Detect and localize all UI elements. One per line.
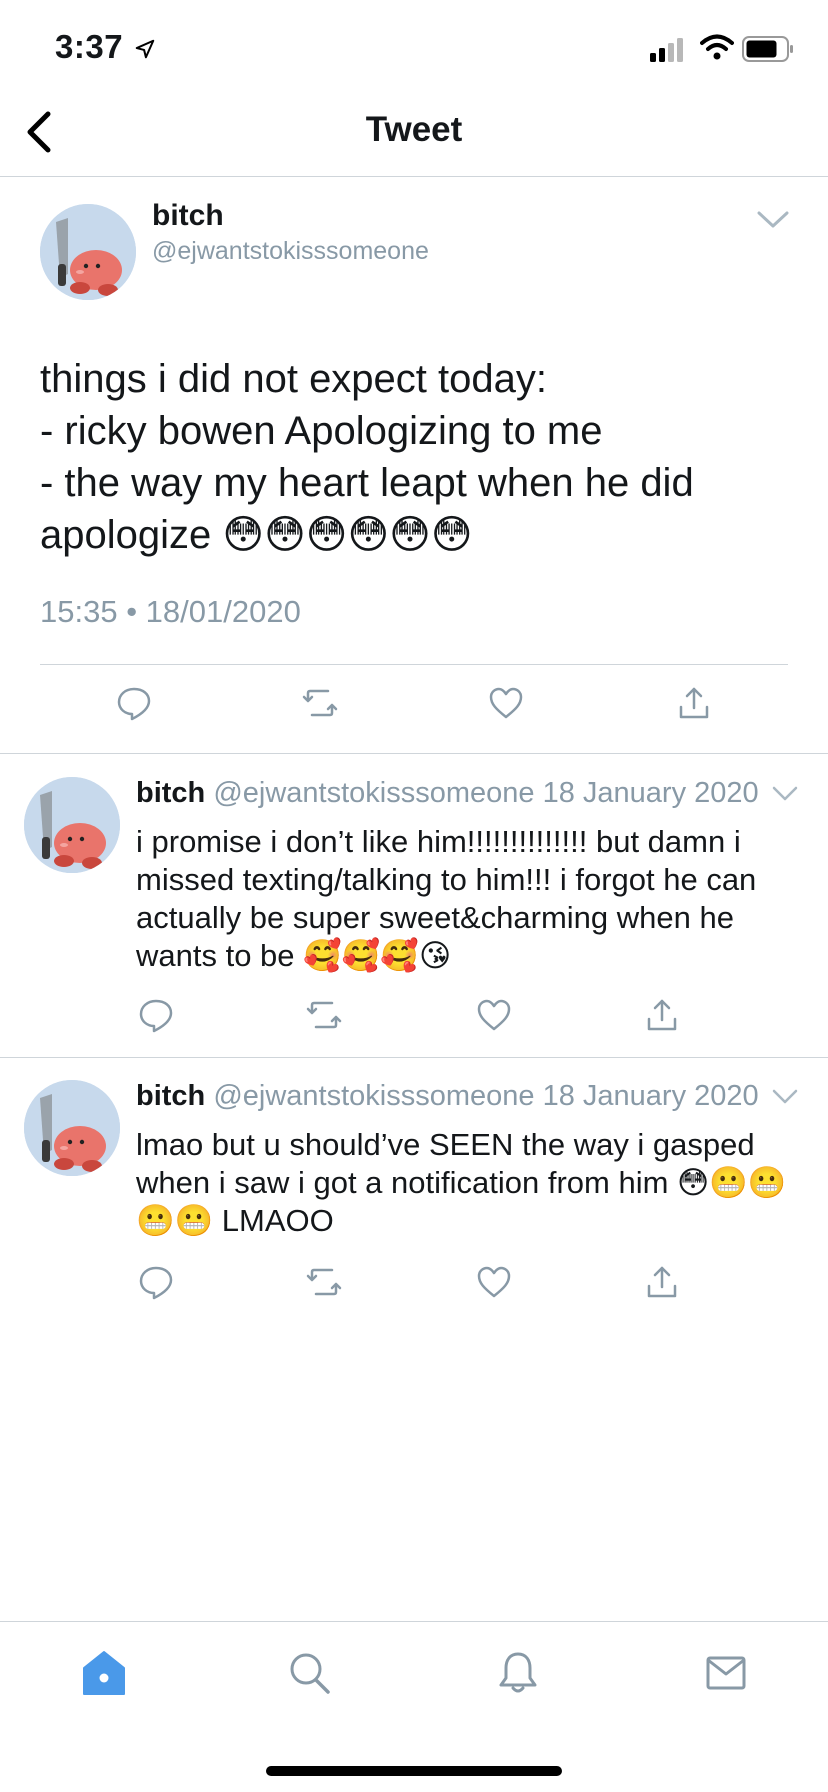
tweet-timestamp: 15:35 • 18/01/2020 [40, 594, 301, 629]
retweet-icon[interactable] [302, 685, 338, 721]
avatar[interactable] [24, 777, 120, 873]
tweet-text: lmao but u should’ve SEEN the way i gasp… [136, 1127, 787, 1238]
location-arrow-icon [135, 39, 155, 59]
handle[interactable]: @ejwantstokisssomeone [213, 777, 534, 809]
retweet-icon[interactable] [306, 997, 342, 1033]
tab-bar [0, 1621, 828, 1792]
status-bar: 3:37 [0, 0, 828, 100]
nav-bar: Tweet [0, 100, 828, 177]
share-icon[interactable] [644, 1264, 680, 1300]
kirby-knife-avatar-icon [24, 777, 120, 873]
status-time: 3:37 [55, 28, 124, 65]
display-name[interactable]: bitch [136, 1080, 205, 1112]
display-name[interactable]: bitch [152, 199, 224, 233]
tweet-date: 18 January 2020 [542, 1080, 759, 1112]
tweet-actions [0, 997, 828, 1033]
signal-icon [650, 38, 683, 62]
tweet-date: 18 January 2020 [542, 777, 759, 809]
handle[interactable]: @ejwantstokisssomeone [152, 237, 429, 266]
notifications-icon[interactable] [496, 1650, 540, 1696]
chevron-down-icon[interactable] [772, 1088, 798, 1106]
divider [40, 664, 788, 665]
kirby-knife-avatar-icon [24, 1080, 120, 1176]
tweet-actions [0, 1264, 828, 1300]
chevron-down-icon[interactable] [756, 209, 790, 231]
tweet-actions [0, 685, 828, 725]
like-icon[interactable] [476, 997, 512, 1033]
reply-header: bitch @ejwantstokisssomeone 18 January 2… [136, 777, 759, 810]
messages-icon[interactable] [704, 1650, 748, 1696]
retweet-icon[interactable] [306, 1264, 342, 1300]
kirby-knife-avatar-icon [40, 204, 136, 300]
home-indicator [266, 1766, 562, 1776]
reply-header: bitch @ejwantstokisssomeone 18 January 2… [136, 1080, 759, 1113]
share-icon[interactable] [676, 685, 712, 721]
avatar[interactable] [40, 204, 136, 300]
main-tweet: bitch @ejwantstokisssomeone things i did… [0, 177, 828, 754]
search-icon[interactable] [288, 1650, 332, 1696]
tweet-text: i promise i don’t like him!!!!!!!!!!!!!!… [136, 824, 757, 973]
handle[interactable]: @ejwantstokisssomeone [213, 1080, 534, 1112]
like-icon[interactable] [476, 1264, 512, 1300]
home-icon[interactable] [82, 1650, 126, 1696]
page-title: Tweet [365, 110, 463, 149]
chevron-down-icon[interactable] [772, 785, 798, 803]
reply-tweet[interactable]: bitch @ejwantstokisssomeone 18 January 2… [0, 755, 828, 1058]
reply-icon[interactable] [138, 997, 174, 1033]
display-name[interactable]: bitch [136, 777, 205, 809]
reply-icon[interactable] [116, 685, 152, 721]
share-icon[interactable] [644, 997, 680, 1033]
like-icon[interactable] [488, 685, 524, 721]
wifi-icon [700, 34, 734, 60]
reply-tweet[interactable]: bitch @ejwantstokisssomeone 18 January 2… [0, 1058, 828, 1300]
tweet-text: things i did not expect today: - ricky b… [40, 357, 694, 557]
battery-icon [742, 36, 793, 62]
avatar[interactable] [24, 1080, 120, 1176]
reply-icon[interactable] [138, 1264, 174, 1300]
